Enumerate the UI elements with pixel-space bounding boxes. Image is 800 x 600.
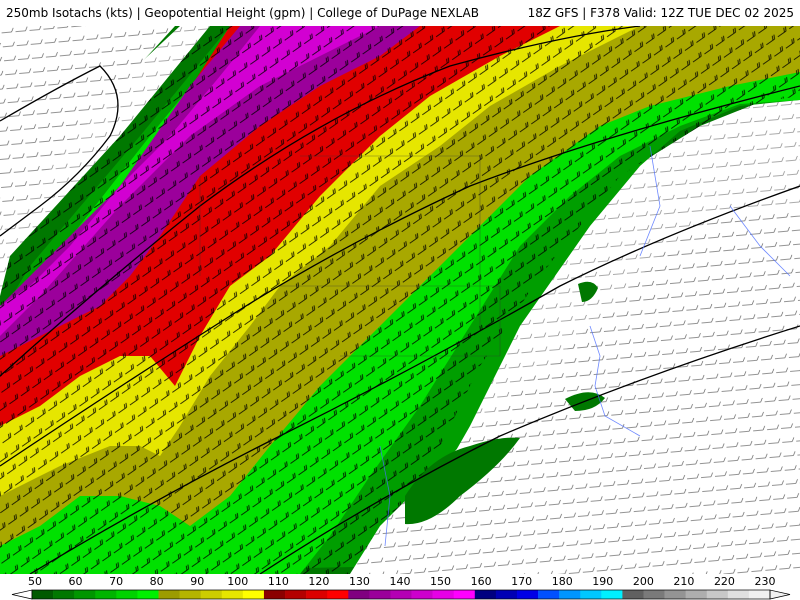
legend-color-bar xyxy=(11,589,791,600)
legend-label-170: 170 xyxy=(511,575,533,588)
legend-swatch xyxy=(242,590,265,599)
legend-label-210: 210 xyxy=(673,575,695,588)
legend-swatch xyxy=(158,590,180,599)
legend-label-80: 80 xyxy=(149,575,164,588)
legend-label-160: 160 xyxy=(470,575,492,588)
legend-swatch xyxy=(200,590,223,599)
legend-swatch xyxy=(306,590,328,599)
legend-arrow-left xyxy=(11,589,33,600)
legend-label-50: 50 xyxy=(28,575,42,588)
legend-swatch xyxy=(622,590,644,599)
legend-swatch xyxy=(559,590,581,599)
legend-label-140: 140 xyxy=(389,575,411,588)
legend-swatch xyxy=(516,590,539,599)
legend-swatch xyxy=(727,590,750,599)
legend-swatch xyxy=(263,590,286,599)
legend-swatch xyxy=(685,590,708,599)
legend-swatch xyxy=(474,590,497,599)
weather-map xyxy=(0,26,800,574)
legend-label-100: 100 xyxy=(227,575,249,588)
legend-swatch xyxy=(221,590,244,599)
legend-swatch xyxy=(95,590,117,599)
legend-label-90: 90 xyxy=(190,575,205,588)
legend-label-110: 110 xyxy=(267,575,289,588)
legend-swatch xyxy=(495,590,518,599)
legend-swatch xyxy=(369,590,391,599)
legend-swatch xyxy=(432,590,455,599)
legend-label-200: 200 xyxy=(632,575,654,588)
legend-swatch xyxy=(53,590,75,599)
legend-swatch xyxy=(643,590,665,599)
legend-labels: 50 60 70 80 90 100 110 120 130 140 150 160 170 180 190… xyxy=(0,575,800,589)
legend-swatch xyxy=(411,590,433,599)
header-right-title: 18Z GFS | F378 Valid: 12Z TUE DEC 02 202… xyxy=(527,6,794,20)
legend-label-220: 220 xyxy=(713,575,735,588)
legend-swatch xyxy=(748,590,771,599)
legend-swatch xyxy=(74,590,96,599)
legend-swatch xyxy=(348,590,370,599)
legend-swatch xyxy=(664,590,686,599)
legend-swatch xyxy=(706,590,729,599)
legend-swatch xyxy=(32,590,54,599)
legend-swatch xyxy=(137,590,159,599)
legend-label-150: 150 xyxy=(430,575,452,588)
legend-swatch xyxy=(179,590,201,599)
legend-swatch xyxy=(116,590,138,599)
legend-swatch xyxy=(601,590,623,599)
legend-swatch xyxy=(390,590,412,599)
legend-label-60: 60 xyxy=(68,575,83,588)
legend-label-190: 190 xyxy=(592,575,614,588)
legend-label-120: 120 xyxy=(308,575,330,588)
map-header: 250mb Isotachs (kts) | Geopotential Heig… xyxy=(0,0,800,26)
legend-label-230: 230 xyxy=(754,575,776,588)
header-left-title: 250mb Isotachs (kts) | Geopotential Heig… xyxy=(6,6,479,20)
legend-label-130: 130 xyxy=(348,575,370,588)
legend-swatch xyxy=(327,590,349,599)
legend-swatch xyxy=(538,590,560,599)
legend-label-70: 70 xyxy=(109,575,124,588)
legend-arrow-right xyxy=(769,589,791,600)
legend-swatch xyxy=(580,590,602,599)
legend-swatch xyxy=(285,590,307,599)
legend-swatch xyxy=(453,590,476,599)
legend-label-180: 180 xyxy=(551,575,573,588)
